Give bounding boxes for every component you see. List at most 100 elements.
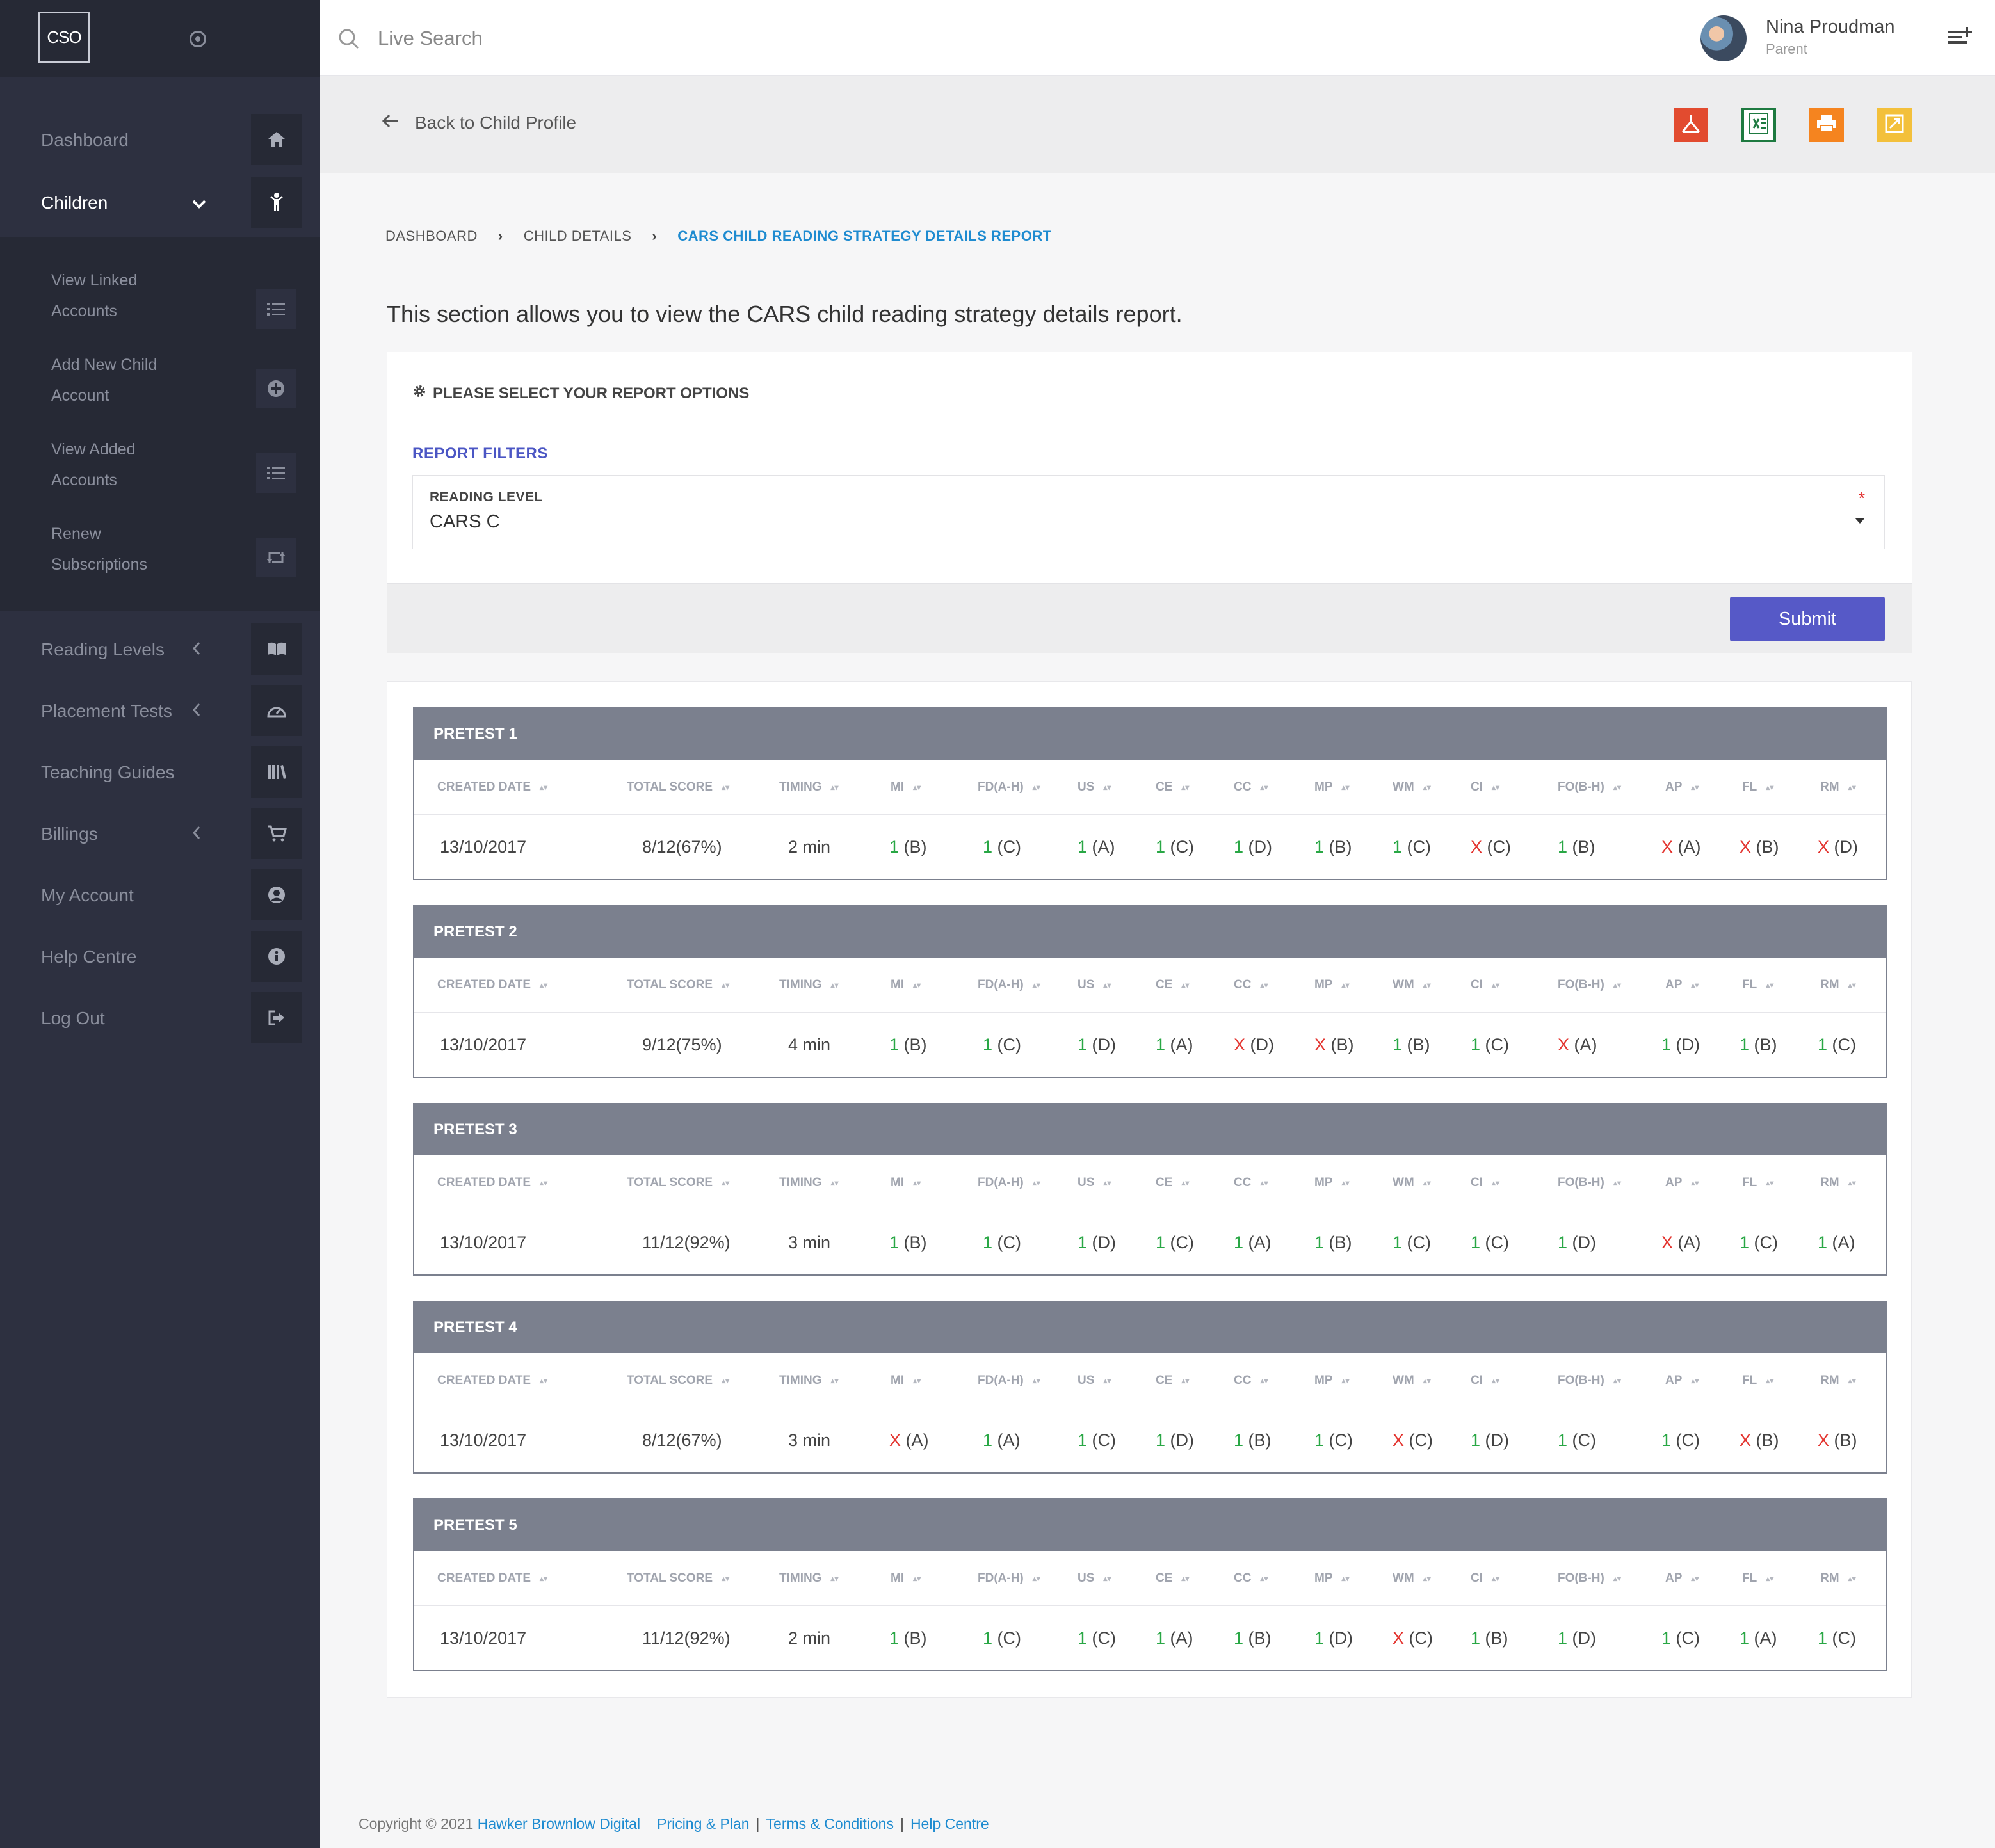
column-header[interactable]: CC ▴▾ bbox=[1234, 760, 1268, 815]
sidebar-item-help-centre[interactable]: Help Centre bbox=[0, 931, 320, 983]
column-header[interactable]: CE ▴▾ bbox=[1156, 1353, 1189, 1408]
column-header[interactable]: CC ▴▾ bbox=[1234, 1155, 1268, 1210]
column-header[interactable]: AP ▴▾ bbox=[1665, 958, 1699, 1013]
column-header[interactable]: FL ▴▾ bbox=[1742, 1353, 1773, 1408]
column-header[interactable]: MP ▴▾ bbox=[1314, 1353, 1350, 1408]
share-link-button[interactable] bbox=[1877, 108, 1912, 142]
reading-level-select[interactable]: READING LEVEL CARS C * bbox=[412, 475, 1885, 549]
sidebar-item-children[interactable]: Children bbox=[0, 177, 320, 229]
column-header[interactable]: US ▴▾ bbox=[1078, 760, 1111, 815]
column-header[interactable]: RM ▴▾ bbox=[1820, 1155, 1856, 1210]
search-input[interactable] bbox=[378, 23, 762, 54]
column-header[interactable]: CE ▴▾ bbox=[1156, 1551, 1189, 1606]
column-header[interactable]: US ▴▾ bbox=[1078, 1155, 1111, 1210]
user-name[interactable]: Nina Proudman bbox=[1766, 17, 1895, 38]
sidebar-item-placement-tests[interactable]: Placement Tests bbox=[0, 685, 320, 737]
column-header[interactable]: FD(A-H) ▴▾ bbox=[978, 1155, 1040, 1210]
column-header[interactable]: MP ▴▾ bbox=[1314, 1551, 1350, 1606]
pricing-plan-link[interactable]: Pricing & Plan bbox=[657, 1815, 749, 1833]
column-header[interactable]: CE ▴▾ bbox=[1156, 1155, 1189, 1210]
submenu-item-renew-subscriptions[interactable]: Renew Subscriptions bbox=[0, 518, 320, 595]
column-header[interactable]: FO(B-H) ▴▾ bbox=[1558, 1155, 1621, 1210]
column-header[interactable]: CREATED DATE ▴▾ bbox=[437, 1551, 547, 1606]
export-pdf-button[interactable] bbox=[1674, 108, 1708, 142]
column-header[interactable]: CREATED DATE ▴▾ bbox=[437, 760, 547, 815]
column-header[interactable]: WM ▴▾ bbox=[1393, 958, 1431, 1013]
column-header[interactable]: CI ▴▾ bbox=[1471, 958, 1499, 1013]
breadcrumb-child-details[interactable]: CHILD DETAILS bbox=[524, 228, 632, 245]
print-button[interactable] bbox=[1809, 108, 1844, 142]
column-header[interactable]: TOTAL SCORE ▴▾ bbox=[627, 958, 729, 1013]
column-header[interactable]: RM ▴▾ bbox=[1820, 958, 1856, 1013]
export-excel-button[interactable] bbox=[1741, 108, 1776, 142]
column-header[interactable]: TIMING ▴▾ bbox=[779, 1551, 839, 1606]
column-header[interactable]: FD(A-H) ▴▾ bbox=[978, 1551, 1040, 1606]
back-to-child-profile-link[interactable]: Back to Child Profile bbox=[382, 113, 576, 133]
column-header[interactable]: MI ▴▾ bbox=[891, 958, 921, 1013]
column-header[interactable]: TOTAL SCORE ▴▾ bbox=[627, 1155, 729, 1210]
column-header[interactable]: CE ▴▾ bbox=[1156, 958, 1189, 1013]
column-header[interactable]: CREATED DATE ▴▾ bbox=[437, 1353, 547, 1408]
column-header[interactable]: CC ▴▾ bbox=[1234, 958, 1268, 1013]
column-header[interactable]: US ▴▾ bbox=[1078, 1353, 1111, 1408]
company-link[interactable]: Hawker Brownlow Digital bbox=[478, 1815, 640, 1833]
column-header[interactable]: MI ▴▾ bbox=[891, 1551, 921, 1606]
column-header[interactable]: FD(A-H) ▴▾ bbox=[978, 958, 1040, 1013]
column-header[interactable]: TIMING ▴▾ bbox=[779, 1353, 839, 1408]
column-header[interactable]: CI ▴▾ bbox=[1471, 1155, 1499, 1210]
column-header[interactable]: MP ▴▾ bbox=[1314, 958, 1350, 1013]
column-header[interactable]: WM ▴▾ bbox=[1393, 1155, 1431, 1210]
column-header[interactable]: AP ▴▾ bbox=[1665, 760, 1699, 815]
sidebar-item-log-out[interactable]: Log Out bbox=[0, 992, 320, 1045]
column-header[interactable]: RM ▴▾ bbox=[1820, 1551, 1856, 1606]
sidebar-item-reading-levels[interactable]: Reading Levels bbox=[0, 623, 320, 676]
column-header[interactable]: WM ▴▾ bbox=[1393, 1353, 1431, 1408]
app-logo[interactable]: CSO bbox=[38, 12, 90, 63]
column-header[interactable]: TIMING ▴▾ bbox=[779, 958, 839, 1013]
column-header[interactable]: TOTAL SCORE ▴▾ bbox=[627, 1551, 729, 1606]
submenu-item-view-added-accounts[interactable]: View Added Accounts bbox=[0, 434, 320, 511]
column-header[interactable]: US ▴▾ bbox=[1078, 958, 1111, 1013]
column-header[interactable]: WM ▴▾ bbox=[1393, 1551, 1431, 1606]
add-user-icon[interactable] bbox=[1946, 26, 1972, 51]
column-header[interactable]: CE ▴▾ bbox=[1156, 760, 1189, 815]
breadcrumb-dashboard[interactable]: DASHBOARD bbox=[385, 228, 478, 245]
column-header[interactable]: FL ▴▾ bbox=[1742, 760, 1773, 815]
sidebar-item-teaching-guides[interactable]: Teaching Guides bbox=[0, 746, 320, 799]
column-header[interactable]: FD(A-H) ▴▾ bbox=[978, 760, 1040, 815]
column-header[interactable]: FL ▴▾ bbox=[1742, 1155, 1773, 1210]
column-header[interactable]: AP ▴▾ bbox=[1665, 1155, 1699, 1210]
column-header[interactable]: CC ▴▾ bbox=[1234, 1551, 1268, 1606]
column-header[interactable]: FL ▴▾ bbox=[1742, 1551, 1773, 1606]
column-header[interactable]: AP ▴▾ bbox=[1665, 1353, 1699, 1408]
sidebar-toggle-icon[interactable] bbox=[190, 31, 206, 47]
column-header[interactable]: CI ▴▾ bbox=[1471, 760, 1499, 815]
submenu-item-view-linked-accounts[interactable]: View Linked Accounts bbox=[0, 265, 320, 342]
column-header[interactable]: FO(B-H) ▴▾ bbox=[1558, 760, 1621, 815]
column-header[interactable]: MI ▴▾ bbox=[891, 1155, 921, 1210]
submenu-item-add-new-child-account[interactable]: Add New Child Account bbox=[0, 350, 320, 426]
column-header[interactable]: RM ▴▾ bbox=[1820, 760, 1856, 815]
column-header[interactable]: TOTAL SCORE ▴▾ bbox=[627, 1353, 729, 1408]
column-header[interactable]: FD(A-H) ▴▾ bbox=[978, 1353, 1040, 1408]
column-header[interactable]: MP ▴▾ bbox=[1314, 1155, 1350, 1210]
column-header[interactable]: CREATED DATE ▴▾ bbox=[437, 958, 547, 1013]
column-header[interactable]: FO(B-H) ▴▾ bbox=[1558, 958, 1621, 1013]
column-header[interactable]: FO(B-H) ▴▾ bbox=[1558, 1353, 1621, 1408]
column-header[interactable]: CI ▴▾ bbox=[1471, 1551, 1499, 1606]
sidebar-item-billings[interactable]: Billings bbox=[0, 808, 320, 860]
avatar[interactable] bbox=[1700, 15, 1747, 61]
column-header[interactable]: FO(B-H) ▴▾ bbox=[1558, 1551, 1621, 1606]
column-header[interactable]: MP ▴▾ bbox=[1314, 760, 1350, 815]
column-header[interactable]: MI ▴▾ bbox=[891, 1353, 921, 1408]
column-header[interactable]: AP ▴▾ bbox=[1665, 1551, 1699, 1606]
column-header[interactable]: US ▴▾ bbox=[1078, 1551, 1111, 1606]
column-header[interactable]: CC ▴▾ bbox=[1234, 1353, 1268, 1408]
terms-link[interactable]: Terms & Conditions bbox=[766, 1815, 894, 1833]
submit-button[interactable]: Submit bbox=[1730, 597, 1885, 641]
column-header[interactable]: WM ▴▾ bbox=[1393, 760, 1431, 815]
column-header[interactable]: CREATED DATE ▴▾ bbox=[437, 1155, 547, 1210]
help-centre-link[interactable]: Help Centre bbox=[910, 1815, 989, 1833]
column-header[interactable]: MI ▴▾ bbox=[891, 760, 921, 815]
sidebar-item-dashboard[interactable]: Dashboard bbox=[0, 114, 320, 166]
